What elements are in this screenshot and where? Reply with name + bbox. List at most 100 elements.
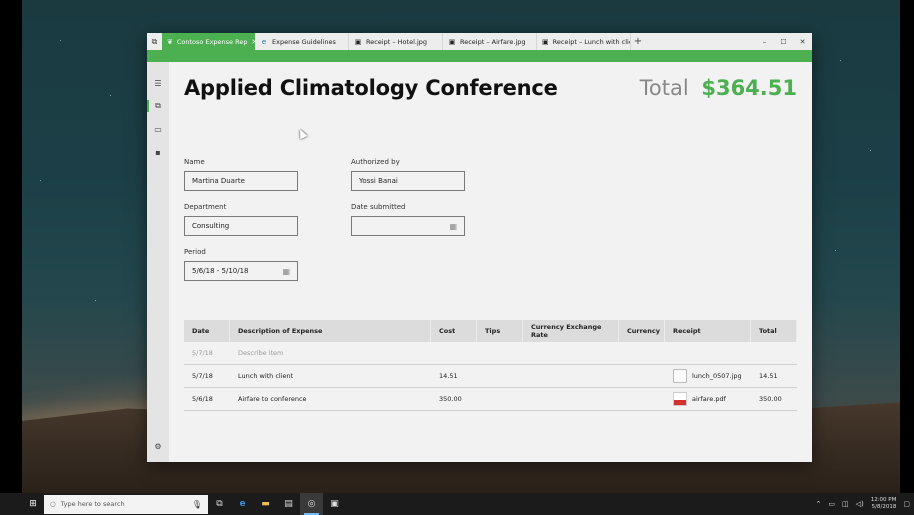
tab-receipt-airfare[interactable]: ▣ Receipt – Airfare.jpg xyxy=(443,33,537,50)
taskbar-search-box[interactable]: ○ Type here to search 🎙 xyxy=(44,494,208,514)
card-icon[interactable]: ▭ xyxy=(147,122,169,136)
table-row[interactable]: 5/6/18 Airfare to conference 350.00 airf… xyxy=(184,388,797,411)
row-cost: 14.51 xyxy=(439,372,458,380)
network-icon[interactable]: ◫ xyxy=(842,500,849,508)
image-icon: ▣ xyxy=(354,37,362,46)
row-date: 5/7/18 xyxy=(192,372,213,380)
row-exchange-rate xyxy=(523,365,619,387)
department-field[interactable]: Consulting xyxy=(184,216,298,236)
task-view-icon[interactable]: ⧉ xyxy=(208,493,231,515)
row-description: Lunch with client xyxy=(238,372,294,380)
maximize-button[interactable]: ☐ xyxy=(774,33,793,50)
row-receipt[interactable]: lunch_0507.jpg xyxy=(665,365,751,387)
battery-icon[interactable]: ▭ xyxy=(828,500,835,508)
new-expense-row[interactable]: 5/7/18 Describe item xyxy=(184,342,797,365)
department-label: Department xyxy=(184,203,227,211)
screen-border-left xyxy=(0,0,22,493)
chevron-up-icon[interactable]: ⌃ xyxy=(815,500,821,508)
pdf-file-icon xyxy=(673,392,687,406)
receipt-filename: airfare.pdf xyxy=(692,395,726,403)
period-value: 5/6/18 - 5/10/18 xyxy=(192,267,249,275)
new-row-date[interactable]: 5/7/18 xyxy=(184,342,230,364)
clock-time: 12:00 PM xyxy=(870,497,897,503)
tab-overview-icon[interactable]: ⧉ xyxy=(147,33,162,50)
column-header-description[interactable]: Description of Expense xyxy=(230,320,431,342)
sidebar: ☰ ⧉ ▭ ▪ ⚙ xyxy=(147,62,169,462)
department-value: Consulting xyxy=(192,222,230,230)
name-value: Martina Duarte xyxy=(192,177,245,185)
star xyxy=(60,40,61,41)
tab-receipt-lunch[interactable]: ▣ Receipt – Lunch with clie xyxy=(537,33,631,50)
minimize-button[interactable]: – xyxy=(755,33,774,50)
close-window-button[interactable]: ✕ xyxy=(793,33,812,50)
briefcase-icon[interactable]: ▪ xyxy=(147,145,169,159)
volume-icon[interactable]: ◁) xyxy=(856,500,864,508)
start-windows-icon[interactable]: ⊞ xyxy=(22,493,44,515)
total-label: Total xyxy=(639,76,689,100)
clock[interactable]: 12:00 PM 5/8/2018 xyxy=(871,497,897,511)
tab-label: Receipt – Airfare.jpg xyxy=(460,37,526,46)
column-header-receipt[interactable]: Receipt xyxy=(665,320,751,342)
row-receipt[interactable]: airfare.pdf xyxy=(665,388,751,410)
expense-app-window: ⧉ ❦ Contoso Expense Rep ✕ e Expense Guid… xyxy=(147,33,812,462)
date-submitted-picker[interactable]: ▦ xyxy=(351,216,465,236)
tab-expense-guidelines[interactable]: e Expense Guidelines xyxy=(255,33,349,50)
photos-app-icon[interactable]: ▣ xyxy=(323,493,346,515)
row-description: Airfare to conference xyxy=(238,395,307,403)
image-thumbnail-icon xyxy=(673,369,687,383)
notifications-icon[interactable]: ▢ xyxy=(903,500,910,508)
screen-border-right xyxy=(900,0,914,493)
new-row-description-input[interactable]: Describe item xyxy=(230,342,431,364)
calendar-icon: ▦ xyxy=(449,221,457,231)
store-icon[interactable]: ▤ xyxy=(277,493,300,515)
image-icon: ▣ xyxy=(542,37,549,46)
row-currency xyxy=(619,365,665,387)
edge-browser-icon[interactable]: e xyxy=(231,493,254,515)
star xyxy=(110,95,111,96)
star xyxy=(95,300,96,301)
tab-contoso-expense-report[interactable]: ❦ Contoso Expense Rep ✕ xyxy=(162,33,255,50)
file-explorer-icon[interactable]: ▬ xyxy=(254,493,277,515)
column-header-tips[interactable]: Tips xyxy=(477,320,523,342)
title-bar: ⧉ ❦ Contoso Expense Rep ✕ e Expense Guid… xyxy=(147,33,812,50)
reports-icon[interactable]: ⧉ xyxy=(147,99,169,113)
star xyxy=(840,60,841,61)
star xyxy=(40,180,41,181)
tab-receipt-hotel[interactable]: ▣ Receipt – Hotel.jpg xyxy=(349,33,443,50)
period-picker[interactable]: 5/6/18 - 5/10/18 ▦ xyxy=(184,261,298,281)
row-currency xyxy=(619,388,665,410)
microphone-icon[interactable]: 🎙 xyxy=(192,500,202,509)
expense-app-taskbar-icon[interactable]: ◎ xyxy=(300,493,323,515)
star xyxy=(870,150,871,151)
clock-date: 5/8/2018 xyxy=(871,504,897,510)
report-content: Applied Climatology Conference Total $36… xyxy=(169,62,812,462)
row-total: 14.51 xyxy=(759,372,778,380)
taskbar: ⊞ ○ Type here to search 🎙 ⧉ e ▬ ▤ ◎ ▣ ⌃ … xyxy=(0,493,914,515)
column-header-currency[interactable]: Currency xyxy=(619,320,665,342)
tab-label: Contoso Expense Rep xyxy=(176,37,248,46)
period-label: Period xyxy=(184,248,206,256)
column-header-total[interactable]: Total xyxy=(751,320,797,342)
table-row[interactable]: 5/7/18 Lunch with client 14.51 lunch_050… xyxy=(184,365,797,388)
total-value: $364.51 xyxy=(701,76,797,100)
tab-label: Receipt – Hotel.jpg xyxy=(366,37,428,46)
search-placeholder: Type here to search xyxy=(60,500,125,508)
calendar-icon: ▦ xyxy=(282,266,290,276)
settings-gear-icon[interactable]: ⚙ xyxy=(147,439,169,453)
column-header-exchange-rate[interactable]: Currency Exchange Rate xyxy=(523,320,619,342)
leaf-icon: ❦ xyxy=(167,37,173,46)
receipt-filename: lunch_0507.jpg xyxy=(692,372,742,380)
new-tab-button[interactable]: + xyxy=(631,33,645,50)
name-field[interactable]: Martina Duarte xyxy=(184,171,298,191)
date-submitted-label: Date submitted xyxy=(351,203,406,211)
row-tips xyxy=(477,365,523,387)
report-total: Total $364.51 xyxy=(640,76,797,100)
hamburger-menu-icon[interactable]: ☰ xyxy=(147,76,169,90)
column-header-date[interactable]: Date xyxy=(184,320,230,342)
column-header-cost[interactable]: Cost xyxy=(431,320,477,342)
authorized-by-field[interactable]: Yossi Banai xyxy=(351,171,465,191)
authorized-by-label: Authorized by xyxy=(351,158,400,166)
image-icon: ▣ xyxy=(448,37,456,46)
expense-table: Date Description of Expense Cost Tips Cu… xyxy=(184,320,797,411)
row-tips xyxy=(477,388,523,410)
